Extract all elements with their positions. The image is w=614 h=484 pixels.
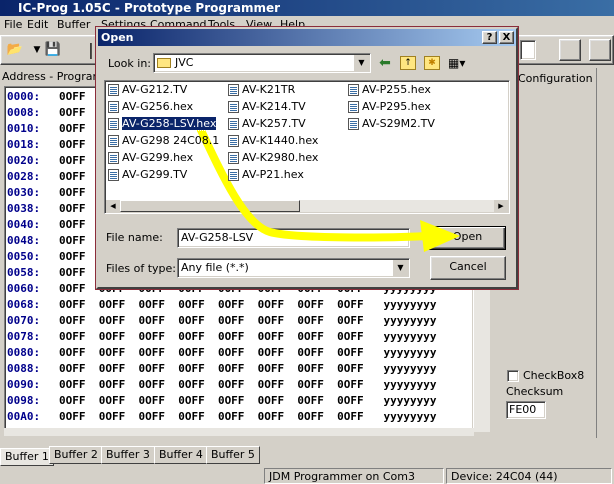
text-file-icon — [348, 118, 359, 130]
file-item-name: AV-K21TR — [242, 83, 296, 96]
file-item-name: AV-G212.TV — [122, 83, 188, 96]
file-item-name: AV-G299.hex — [122, 151, 194, 164]
file-item[interactable]: AV-S29M2.TV — [346, 116, 435, 132]
file-item-name: AV-S29M2.TV — [362, 117, 435, 130]
file-item[interactable]: AV-K21TR — [226, 82, 295, 98]
text-file-icon — [108, 135, 119, 147]
file-item-name: AV-K1440.hex — [242, 134, 319, 147]
file-item-name: AV-G256.hex — [122, 100, 194, 113]
text-file-icon — [108, 101, 119, 113]
file-item-name: AV-K257.TV — [242, 117, 306, 130]
file-item[interactable]: AV-K2980.hex — [226, 150, 318, 166]
text-file-icon — [228, 169, 239, 181]
text-file-icon — [228, 118, 239, 130]
file-item[interactable]: AV-K257.TV — [226, 116, 306, 132]
file-item-name: AV-P21.hex — [242, 168, 304, 181]
file-item[interactable]: AV-P255.hex — [346, 82, 431, 98]
text-file-icon — [228, 152, 239, 164]
text-file-icon — [108, 152, 119, 164]
text-file-icon — [228, 135, 239, 147]
text-file-icon — [108, 84, 119, 96]
file-item[interactable]: AV-P21.hex — [226, 167, 304, 183]
file-item-name: AV-K2980.hex — [242, 151, 319, 164]
file-item-name: AV-G258-LSV.hex — [120, 116, 218, 131]
file-item[interactable]: AV-G299.TV — [106, 167, 187, 183]
file-item-name: AV-P255.hex — [362, 83, 431, 96]
text-file-icon — [108, 118, 119, 130]
file-item-name: AV-P295.hex — [362, 100, 431, 113]
file-item[interactable]: AV-K214.TV — [226, 99, 306, 115]
file-item[interactable]: AV-G298 24C08.1 — [106, 133, 219, 149]
file-item[interactable]: AV-P295.hex — [346, 99, 431, 115]
text-file-icon — [348, 84, 359, 96]
text-file-icon — [108, 169, 119, 181]
file-item[interactable]: AV-G299.hex — [106, 150, 193, 166]
text-file-icon — [348, 101, 359, 113]
file-item[interactable]: AV-G212.TV — [106, 82, 187, 98]
annotation-arrow — [196, 124, 460, 252]
file-item[interactable]: AV-G256.hex — [106, 99, 193, 115]
file-item[interactable]: AV-G258-LSV.hex — [106, 116, 218, 132]
text-file-icon — [228, 101, 239, 113]
file-item-name: AV-G298 24C08.1 — [122, 134, 220, 147]
text-file-icon — [228, 84, 239, 96]
file-item[interactable]: AV-K1440.hex — [226, 133, 318, 149]
file-item-name: AV-K214.TV — [242, 100, 306, 113]
file-item-name: AV-G299.TV — [122, 168, 188, 181]
